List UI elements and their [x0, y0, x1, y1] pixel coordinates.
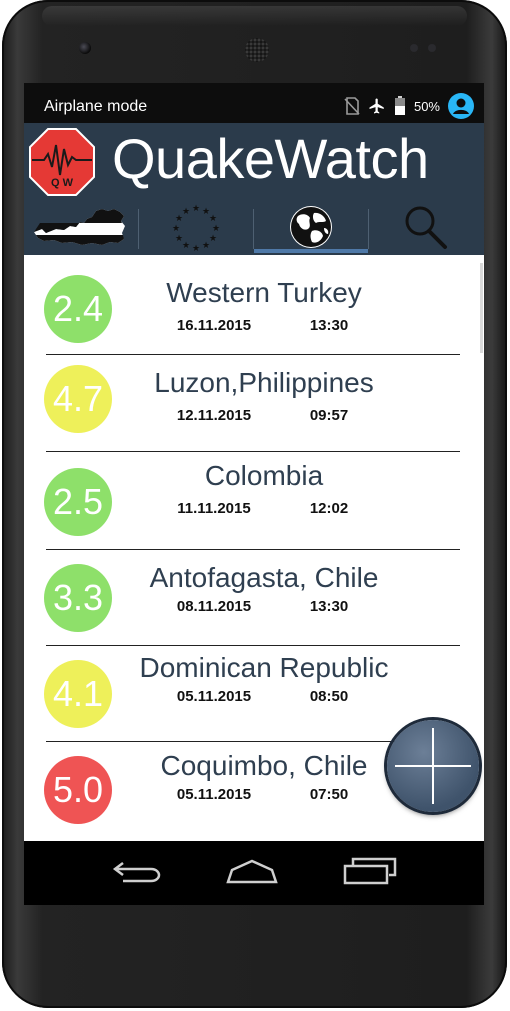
svg-text:★: ★ — [182, 241, 190, 251]
selected-tab-indicator — [254, 249, 368, 253]
add-button[interactable] — [387, 720, 479, 812]
app-header: Q W QuakeWatch — [24, 123, 484, 203]
magnitude-badge: 4.1 — [44, 660, 112, 728]
magnitude-value: 4.7 — [52, 378, 104, 419]
earpiece-speaker — [245, 38, 269, 62]
quake-time: 08:50 — [309, 688, 349, 705]
svg-text:★: ★ — [209, 214, 217, 224]
quake-location: Luzon,Philippines — [154, 367, 374, 398]
quake-date: 08.11.2015 — [176, 598, 252, 615]
quake-location: Colombia — [204, 460, 324, 491]
phone-sheen — [42, 6, 467, 26]
quake-item[interactable]: 4.7 Luzon,Philippines 12.11.2015 09:57 — [24, 355, 484, 451]
svg-text:★: ★ — [175, 234, 183, 244]
quake-item[interactable]: 2.4 Western Turkey 16.11.2015 13:30 — [24, 255, 484, 351]
tab-search[interactable] — [369, 203, 483, 255]
magnitude-value: 3.3 — [52, 577, 104, 618]
no-sim-icon — [344, 97, 360, 115]
austria-map-icon — [32, 205, 130, 254]
quake-date: 05.11.2015 — [176, 786, 252, 803]
svg-text:★: ★ — [192, 244, 200, 251]
quake-time: 13:30 — [309, 598, 349, 615]
magnitude-badge: 2.5 — [44, 468, 112, 536]
quake-date: 16.11.2015 — [176, 317, 252, 334]
battery-percent: 50% — [413, 98, 440, 114]
magnitude-badge: 2.4 — [44, 275, 112, 343]
magnitude-badge: 4.7 — [44, 365, 112, 433]
quake-time: 12:02 — [309, 500, 349, 517]
magnitude-value: 5.0 — [52, 769, 104, 810]
quake-location: Western Turkey — [166, 277, 362, 308]
airplane-mode-text: Airplane mode — [44, 98, 148, 115]
app-logo: Q W — [28, 127, 96, 197]
search-icon — [403, 204, 449, 255]
svg-text:★: ★ — [202, 241, 210, 251]
svg-text:★: ★ — [182, 207, 190, 217]
svg-text:★: ★ — [172, 224, 180, 234]
tab-bar: ★ ★ ★ ★ ★ ★ ★ ★ ★ ★ ★ ★ — [24, 203, 484, 255]
eu-stars-icon: ★ ★ ★ ★ ★ ★ ★ ★ ★ ★ ★ ★ — [172, 203, 220, 256]
magnitude-value: 2.4 — [52, 288, 104, 329]
globe-icon — [288, 204, 334, 255]
home-button[interactable] — [222, 855, 282, 891]
magnitude-value: 4.1 — [52, 673, 104, 714]
battery-icon — [394, 96, 406, 116]
back-icon — [111, 859, 161, 888]
quake-location: Dominican Republic — [139, 652, 389, 683]
svg-text:★: ★ — [209, 234, 217, 244]
app-title: QuakeWatch — [112, 127, 429, 190]
recents-button[interactable] — [340, 855, 400, 891]
svg-text:★: ★ — [192, 204, 200, 214]
quake-date: 12.11.2015 — [176, 407, 252, 424]
navigation-bar — [24, 841, 484, 905]
quake-item[interactable]: 2.5 Colombia 11.11.2015 12:02 — [24, 452, 484, 548]
quake-time: 13:30 — [309, 317, 349, 334]
svg-text:★: ★ — [212, 224, 220, 234]
tab-world[interactable] — [254, 203, 368, 255]
magnitude-badge: 5.0 — [44, 756, 112, 824]
logo-text: Q W — [51, 177, 74, 189]
tab-austria[interactable] — [24, 203, 138, 255]
airplane-icon — [368, 97, 386, 115]
quake-location: Antofagasta, Chile — [149, 562, 379, 593]
back-button[interactable] — [106, 855, 166, 891]
phone-screen: Airplane mode 50% Q W QuakeWatch ★ ★ ★ ★… — [24, 83, 484, 905]
quake-date: 05.11.2015 — [176, 688, 252, 705]
light-sensor — [428, 44, 436, 52]
quake-time: 09:57 — [309, 407, 349, 424]
quake-time: 07:50 — [309, 786, 349, 803]
proximity-sensor — [410, 44, 418, 52]
quake-item[interactable]: 3.3 Antofagasta, Chile 08.11.2015 13:30 — [24, 550, 484, 646]
status-icons: 50% — [344, 93, 474, 119]
recents-icon — [343, 857, 397, 890]
magnitude-value: 2.5 — [52, 481, 104, 522]
front-camera — [79, 42, 91, 54]
quake-date: 11.11.2015 — [177, 500, 251, 517]
home-icon — [224, 858, 280, 889]
quake-location: Coquimbo, Chile — [160, 750, 368, 781]
account-icon[interactable] — [448, 93, 474, 119]
magnitude-badge: 3.3 — [44, 564, 112, 632]
tab-europe[interactable]: ★ ★ ★ ★ ★ ★ ★ ★ ★ ★ ★ ★ — [139, 203, 253, 255]
status-bar: Airplane mode 50% — [24, 83, 484, 123]
